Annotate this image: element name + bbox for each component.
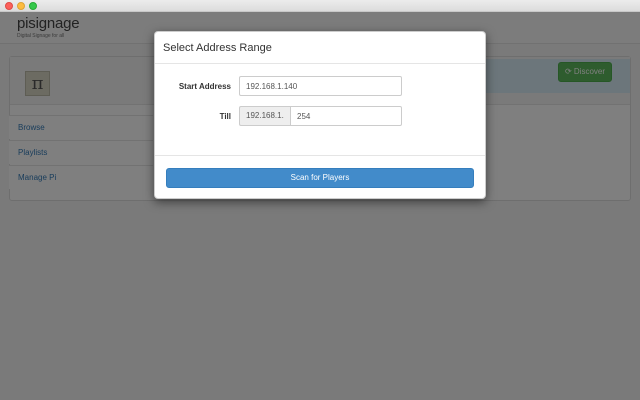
till-input[interactable] [290, 106, 402, 126]
scan-for-players-button[interactable]: Scan for Players [166, 168, 474, 188]
window-titlebar [0, 0, 640, 12]
till-label: Till [219, 112, 231, 121]
start-address-label: Start Address [178, 82, 231, 91]
modal-header: Select Address Range [155, 32, 485, 64]
close-window-icon[interactable] [5, 2, 13, 10]
start-address-input[interactable] [239, 76, 402, 96]
zoom-window-icon[interactable] [29, 2, 37, 10]
modal-title: Select Address Range [163, 42, 272, 54]
select-address-range-dialog: Select Address Range Start Address Till … [154, 31, 486, 199]
minimize-window-icon[interactable] [17, 2, 25, 10]
modal-body: Start Address Till 192.168.1. [155, 64, 485, 156]
till-prefix-addon: 192.168.1. [239, 106, 290, 126]
modal-footer: Scan for Players [155, 155, 485, 199]
